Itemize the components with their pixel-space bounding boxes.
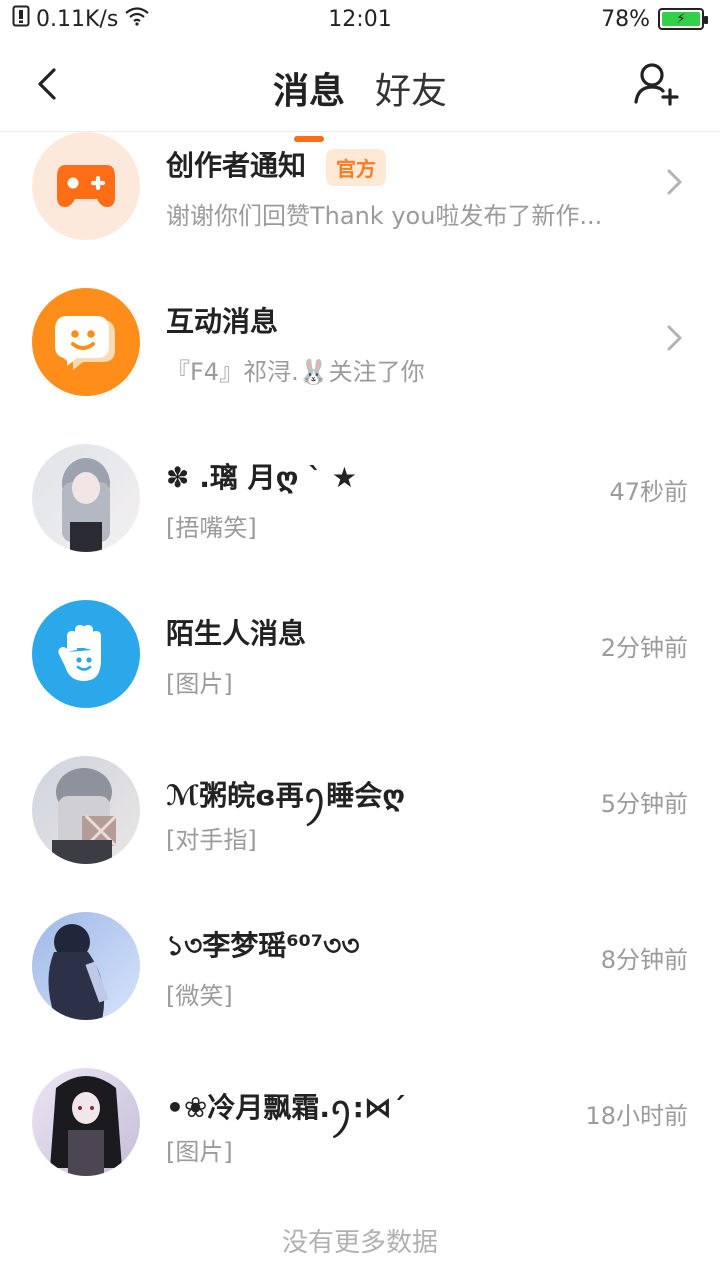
conversation-title: 创作者通知 官方 [166,144,387,186]
conversation-title: ১৩李梦瑶⁶⁰⁷৩৩ [166,929,360,962]
battery-percent: 78% [601,6,650,32]
user-avatar-image [32,444,140,552]
list-item-interaction[interactable]: 互动消息 『F4』祁浔.🐰关注了你 [0,288,720,444]
list-item-chat[interactable]: ℳ粥皖ɞ再ꪆ睡会ღ [对手指] 5分钟前 [0,756,720,912]
chat-smile-icon [55,316,115,370]
nav-header: 消息 好友 [0,38,720,142]
conversation-preview: 『F4』祁浔.🐰关注了你 [166,358,425,386]
list-item-stranger[interactable]: 陌生人消息 [图片] 2分钟前 [0,600,720,756]
status-left: 0.11K/s [12,5,150,33]
list-item-chat[interactable]: ✽ .璃 月ღ ` ★ [捂嘴笑] 47秒前 [0,444,720,600]
user-avatar-image [32,912,140,1020]
conversation-preview: [微笑] [166,982,233,1010]
tab-messages-label: 消息 [272,71,345,112]
battery-charging-icon: ⚡ [658,8,708,30]
tab-friends[interactable]: 好友 [373,62,449,114]
conversation-preview: [图片] [166,1138,233,1166]
avatar [32,288,140,396]
conversation-time: 18小时前 [585,1102,688,1130]
status-right: 78% ⚡ [601,6,708,32]
conversation-preview: [对手指] [166,826,257,854]
conversation-time: 5分钟前 [600,790,688,818]
official-badge: 官方 [326,148,387,186]
conversation-title-text: 创作者通知 [166,149,307,182]
conversation-title: •❀冷月飘霜.ꪆ:⋈´ [166,1091,406,1124]
wifi-icon [124,6,150,32]
list-item-creator-notice[interactable]: 创作者通知 官方 谢谢你们回赞Thank you啦发布了新作... [0,132,720,286]
chevron-right-icon [667,325,682,351]
chevron-right-icon [667,169,682,195]
avatar [32,600,140,708]
conversation-title: 互动消息 [166,305,279,338]
conversation-preview: 谢谢你们回赞Thank you啦发布了新作... [166,202,603,230]
conversation-title: ✽ .璃 月ღ ` ★ [166,461,357,494]
add-user-icon [634,63,679,106]
gamepad-icon [57,165,115,207]
conversation-time: 2分钟前 [600,634,688,662]
conversation-title: ℳ粥皖ɞ再ꪆ睡会ღ [166,779,406,812]
tab-friends-label: 好友 [375,71,448,112]
user-avatar-image [32,1068,140,1176]
conversation-title: 陌生人消息 [166,617,307,650]
list-item-chat[interactable]: •❀冷月飘霜.ꪆ:⋈´ [图片] 18小时前 [0,1068,720,1224]
list-item-chat[interactable]: ১৩李梦瑶⁶⁰⁷৩৩ [微笑] 8分钟前 [0,912,720,1068]
sim-icon [12,5,30,33]
status-bar: 0.11K/s 12:01 78% ⚡ [0,0,720,38]
conversation-time: 8分钟前 [600,946,688,974]
conversation-time: 47秒前 [609,478,688,506]
add-friend-button[interactable] [632,60,680,108]
network-speed: 0.11K/s [36,6,119,32]
tab-bar: 消息 好友 [0,62,720,142]
hand-wave-icon [58,625,101,681]
avatar [32,132,140,240]
tab-messages[interactable]: 消息 [271,62,347,142]
conversation-preview: [捂嘴笑] [166,514,257,542]
conversation-preview: [图片] [166,670,233,698]
conversation-list: 创作者通知 官方 谢谢你们回赞Thank you啦发布了新作... 互动消息 『F… [0,132,720,1176]
no-more-data-label: 没有更多数据 [281,1228,438,1258]
user-avatar-image [32,756,140,864]
